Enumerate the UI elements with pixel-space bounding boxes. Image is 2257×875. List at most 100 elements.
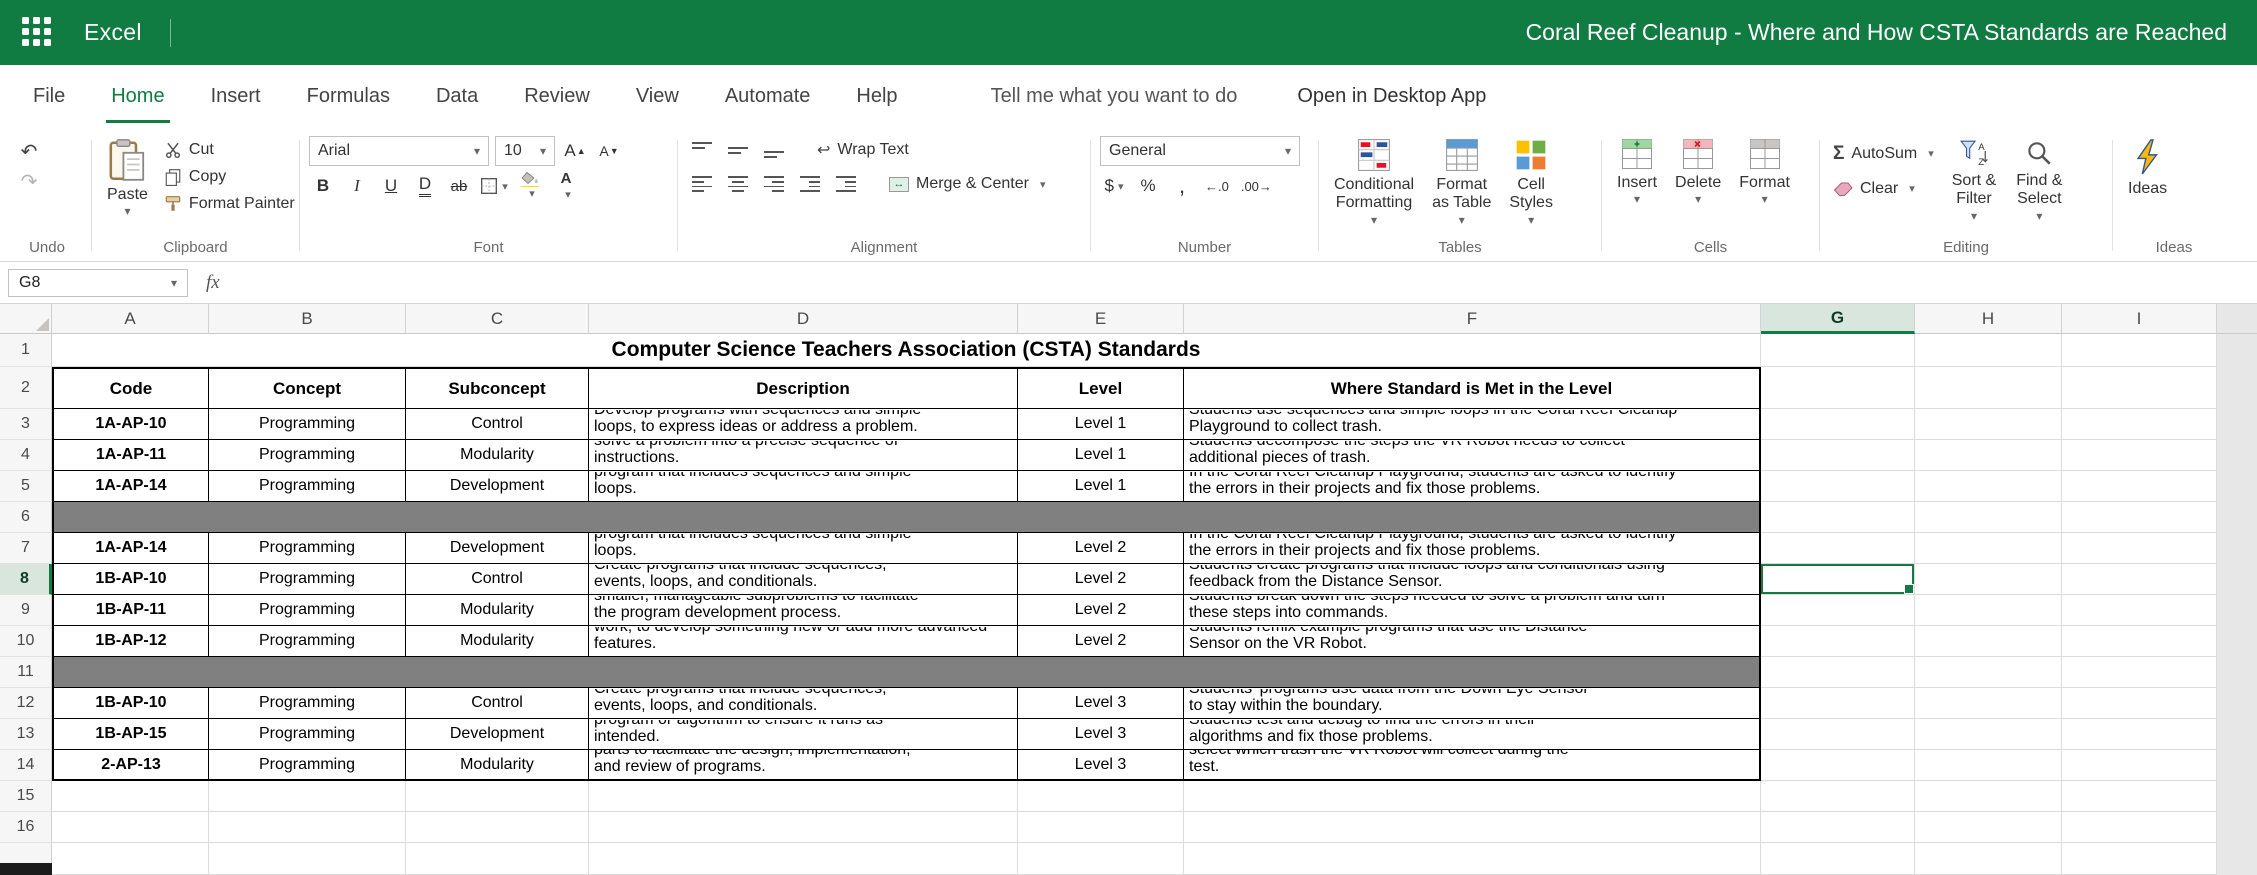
- row-header-11[interactable]: 11: [0, 657, 52, 688]
- cell[interactable]: [2062, 657, 2217, 688]
- percent-format-button[interactable]: %: [1134, 172, 1162, 200]
- cell[interactable]: [1915, 334, 2062, 367]
- cell[interactable]: [1915, 657, 2062, 688]
- italic-button[interactable]: I: [343, 172, 371, 200]
- cell-A7[interactable]: 1A-AP-14: [52, 533, 209, 564]
- cell-D8[interactable]: Create programs that include sequences,e…: [589, 564, 1018, 595]
- cell[interactable]: [1761, 595, 1915, 626]
- cell[interactable]: [2062, 471, 2217, 502]
- cell[interactable]: [2062, 564, 2217, 595]
- font-color-button[interactable]: A: [551, 172, 581, 200]
- tab-help[interactable]: Help: [833, 65, 920, 128]
- cell[interactable]: [589, 843, 1018, 875]
- cell-C13[interactable]: Development: [406, 719, 589, 750]
- cell[interactable]: [1761, 533, 1915, 564]
- cell[interactable]: [1018, 781, 1184, 812]
- row-header-2[interactable]: 2: [0, 367, 52, 409]
- cell[interactable]: [209, 812, 406, 843]
- cell-C10[interactable]: Modularity: [406, 626, 589, 657]
- tab-view[interactable]: View: [613, 65, 702, 128]
- increase-font-size-button[interactable]: A▲: [561, 137, 589, 165]
- cell[interactable]: [2062, 334, 2217, 367]
- cell-B4[interactable]: Programming: [209, 440, 406, 471]
- select-all-corner[interactable]: [0, 304, 52, 334]
- cell-E10[interactable]: Level 2: [1018, 626, 1184, 657]
- cell[interactable]: [1761, 750, 1915, 781]
- cell[interactable]: [1761, 781, 1915, 812]
- cell-D3[interactable]: Develop programs with sequences and simp…: [589, 409, 1018, 440]
- align-center-button[interactable]: [723, 170, 753, 198]
- row-header-9[interactable]: 9: [0, 595, 52, 626]
- cell-E14[interactable]: Level 3: [1018, 750, 1184, 781]
- open-in-desktop-button[interactable]: Open in Desktop App: [1297, 85, 1486, 108]
- row-header-5[interactable]: 5: [0, 471, 52, 502]
- cell-C9[interactable]: Modularity: [406, 595, 589, 626]
- double-underline-button[interactable]: D: [419, 175, 431, 197]
- tab-formulas[interactable]: Formulas: [284, 65, 413, 128]
- increase-indent-button[interactable]: [831, 170, 861, 198]
- insert-cells-button[interactable]: Insert: [1611, 136, 1663, 207]
- align-bottom-button[interactable]: [759, 136, 789, 164]
- column-header-A[interactable]: A: [52, 304, 209, 334]
- cell-B13[interactable]: Programming: [209, 719, 406, 750]
- cell-E5[interactable]: Level 1: [1018, 471, 1184, 502]
- cell[interactable]: [2062, 595, 2217, 626]
- cell[interactable]: [52, 812, 209, 843]
- autosum-button[interactable]: ΣAutoSum: [1829, 140, 1938, 167]
- tab-insert[interactable]: Insert: [188, 65, 284, 128]
- cell[interactable]: [2062, 750, 2217, 781]
- cell-D13[interactable]: program or algorithm to ensure it runs a…: [589, 719, 1018, 750]
- font-family-select[interactable]: Arial: [309, 136, 489, 166]
- cell-B8[interactable]: Programming: [209, 564, 406, 595]
- cell[interactable]: [2062, 843, 2217, 875]
- cell-F2[interactable]: Where Standard is Met in the Level: [1184, 367, 1761, 409]
- cell[interactable]: [1915, 719, 2062, 750]
- separator-band[interactable]: [52, 657, 1761, 688]
- cell[interactable]: [2062, 812, 2217, 843]
- comma-format-button[interactable]: ,: [1168, 172, 1196, 200]
- cell-C7[interactable]: Development: [406, 533, 589, 564]
- format-painter-button[interactable]: Format Painter: [160, 190, 299, 217]
- cell-C12[interactable]: Control: [406, 688, 589, 719]
- delete-cells-button[interactable]: Delete: [1669, 136, 1727, 207]
- cell[interactable]: [1915, 502, 2062, 533]
- cell[interactable]: [209, 781, 406, 812]
- cell-D14[interactable]: parts to facilitate the design, implemen…: [589, 750, 1018, 781]
- row-header-8-selected[interactable]: 8: [0, 564, 52, 595]
- formula-input[interactable]: [238, 262, 2257, 303]
- strikethrough-button[interactable]: ab: [445, 172, 473, 200]
- merge-center-button[interactable]: Merge & Center: [885, 171, 1049, 198]
- cell[interactable]: [1018, 812, 1184, 843]
- cell[interactable]: [1915, 564, 2062, 595]
- tab-file[interactable]: File: [10, 65, 88, 128]
- cell[interactable]: [1761, 657, 1915, 688]
- cell-E9[interactable]: Level 2: [1018, 595, 1184, 626]
- column-header-D[interactable]: D: [589, 304, 1018, 334]
- cell[interactable]: [589, 781, 1018, 812]
- row-header-6[interactable]: 6: [0, 502, 52, 533]
- cell-F13[interactable]: Students test and debug to find the erro…: [1184, 719, 1761, 750]
- sheet-title-cell[interactable]: Computer Science Teachers Association (C…: [52, 334, 1761, 367]
- cell-B7[interactable]: Programming: [209, 533, 406, 564]
- increase-decimal-button[interactable]: ←.0: [1202, 172, 1232, 200]
- insert-function-button[interactable]: fx: [198, 272, 228, 294]
- cell-C5[interactable]: Development: [406, 471, 589, 502]
- font-size-select[interactable]: 10: [495, 136, 555, 166]
- cell-C14[interactable]: Modularity: [406, 750, 589, 781]
- wrap-text-button[interactable]: Wrap Text: [813, 137, 913, 164]
- cell[interactable]: [52, 843, 209, 875]
- cell[interactable]: [1761, 440, 1915, 471]
- cell-A4[interactable]: 1A-AP-11: [52, 440, 209, 471]
- cell-D4[interactable]: solve a problem into a precise sequence …: [589, 440, 1018, 471]
- app-launcher-icon[interactable]: [22, 17, 54, 49]
- cell[interactable]: [1761, 367, 1915, 409]
- cell[interactable]: [1761, 626, 1915, 657]
- cell-B2[interactable]: Concept: [209, 367, 406, 409]
- row-header-15[interactable]: 15: [0, 781, 52, 812]
- cell-F4[interactable]: Students decompose the steps the VR Robo…: [1184, 440, 1761, 471]
- cell[interactable]: [589, 812, 1018, 843]
- cell[interactable]: [1761, 812, 1915, 843]
- cell[interactable]: [1915, 533, 2062, 564]
- cell[interactable]: [2062, 533, 2217, 564]
- cell[interactable]: [2062, 781, 2217, 812]
